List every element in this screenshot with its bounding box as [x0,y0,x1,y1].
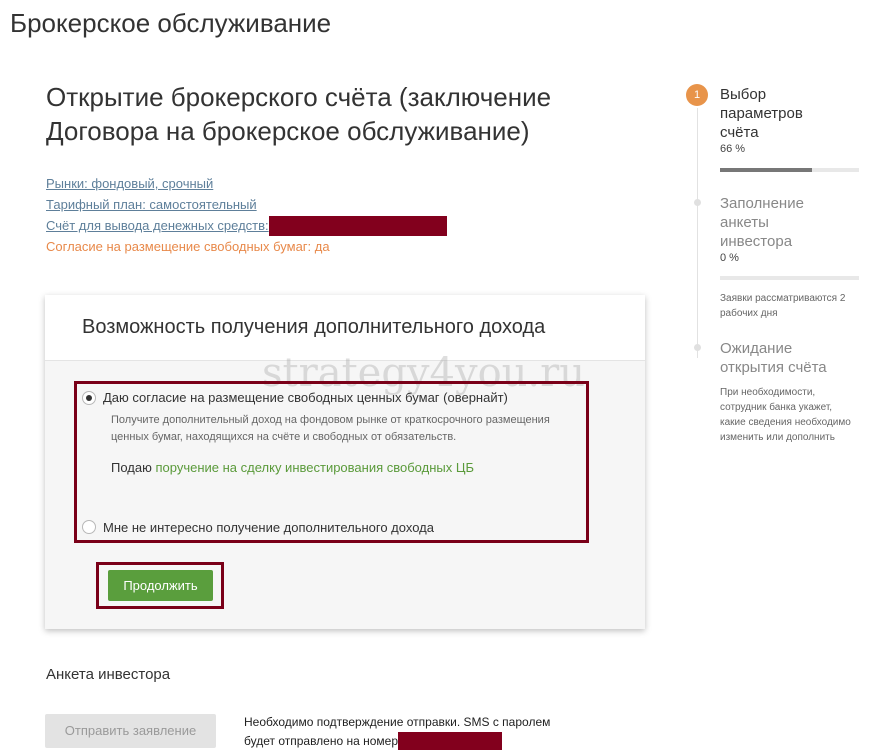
radio-no[interactable] [82,520,96,534]
tariff-link[interactable]: Тарифный план: самостоятельный [46,197,257,212]
param-consent: Согласие на размещение свободных бумаг: … [46,239,330,254]
sms-line-2-text: будет отправлено на номер [244,734,399,748]
step-1-percent: 66 % [720,143,746,155]
steps-line [697,108,698,358]
submit-order-link[interactable]: поручение на сделку инвестирования свобо… [155,460,474,475]
submit-order-line: Подаю поручение на сделку инвестирования… [111,460,474,475]
continue-button[interactable]: Продолжить [108,570,213,601]
option-yes[interactable]: Даю согласие на размещение свободных цен… [82,390,582,410]
step-1-number: 1 [686,84,708,106]
step-2-title: Заполнение анкеты инвестора [720,195,804,250]
redacted-account [268,216,447,236]
param-markets[interactable]: Рынки: фондовый, срочный [46,174,213,194]
investor-title: Анкета инвестора [46,666,171,683]
page-title: Открытие брокерского счёта (заключение Д… [46,82,552,146]
param-withdraw-account[interactable]: Счёт для вывода денежных средств: [46,216,447,236]
step-3-note: При необходимости, сотрудник банка укаже… [720,387,851,443]
step-1-progress-fill [720,168,812,172]
sms-notice: Необходимо подтверждение отправки. SMS с… [244,713,550,751]
option-yes-label: Даю согласие на размещение свободных цен… [103,390,508,405]
step-1-title: Выбор параметров счёта [720,86,803,141]
redacted-phone [398,732,503,750]
step-3-dot [694,344,701,351]
withdraw-account-link[interactable]: Счёт для вывода денежных средств: [46,218,269,233]
card-title: Возможность получения дополнительного до… [82,316,546,338]
send-application-button[interactable]: Отправить заявление [45,714,216,748]
option-no-label: Мне не интересно получение дополнительно… [103,520,434,535]
step-2-percent: 0 % [720,252,739,264]
markets-link[interactable]: Рынки: фондовый, срочный [46,176,213,191]
radio-selected-dot [86,395,92,401]
sms-line-2: будет отправлено на номер [244,732,550,751]
page-header: Брокерское обслуживание [10,8,332,38]
step-1-progress [720,168,859,172]
param-tariff[interactable]: Тарифный план: самостоятельный [46,195,257,215]
step-3-title: Ожидание открытия счёта [720,340,827,376]
radio-yes[interactable] [82,391,96,405]
step-2-dot [694,199,701,206]
step-2-note: Заявки рассматриваются 2 рабочих дня [720,293,846,319]
option-yes-description: Получите дополнительный доход на фондово… [111,414,550,443]
submit-prefix: Подаю [111,460,152,475]
step-2-progress [720,276,859,280]
option-no[interactable]: Мне не интересно получение дополнительно… [82,520,582,540]
sms-line-1: Необходимо подтверждение отправки. SMS с… [244,715,551,729]
